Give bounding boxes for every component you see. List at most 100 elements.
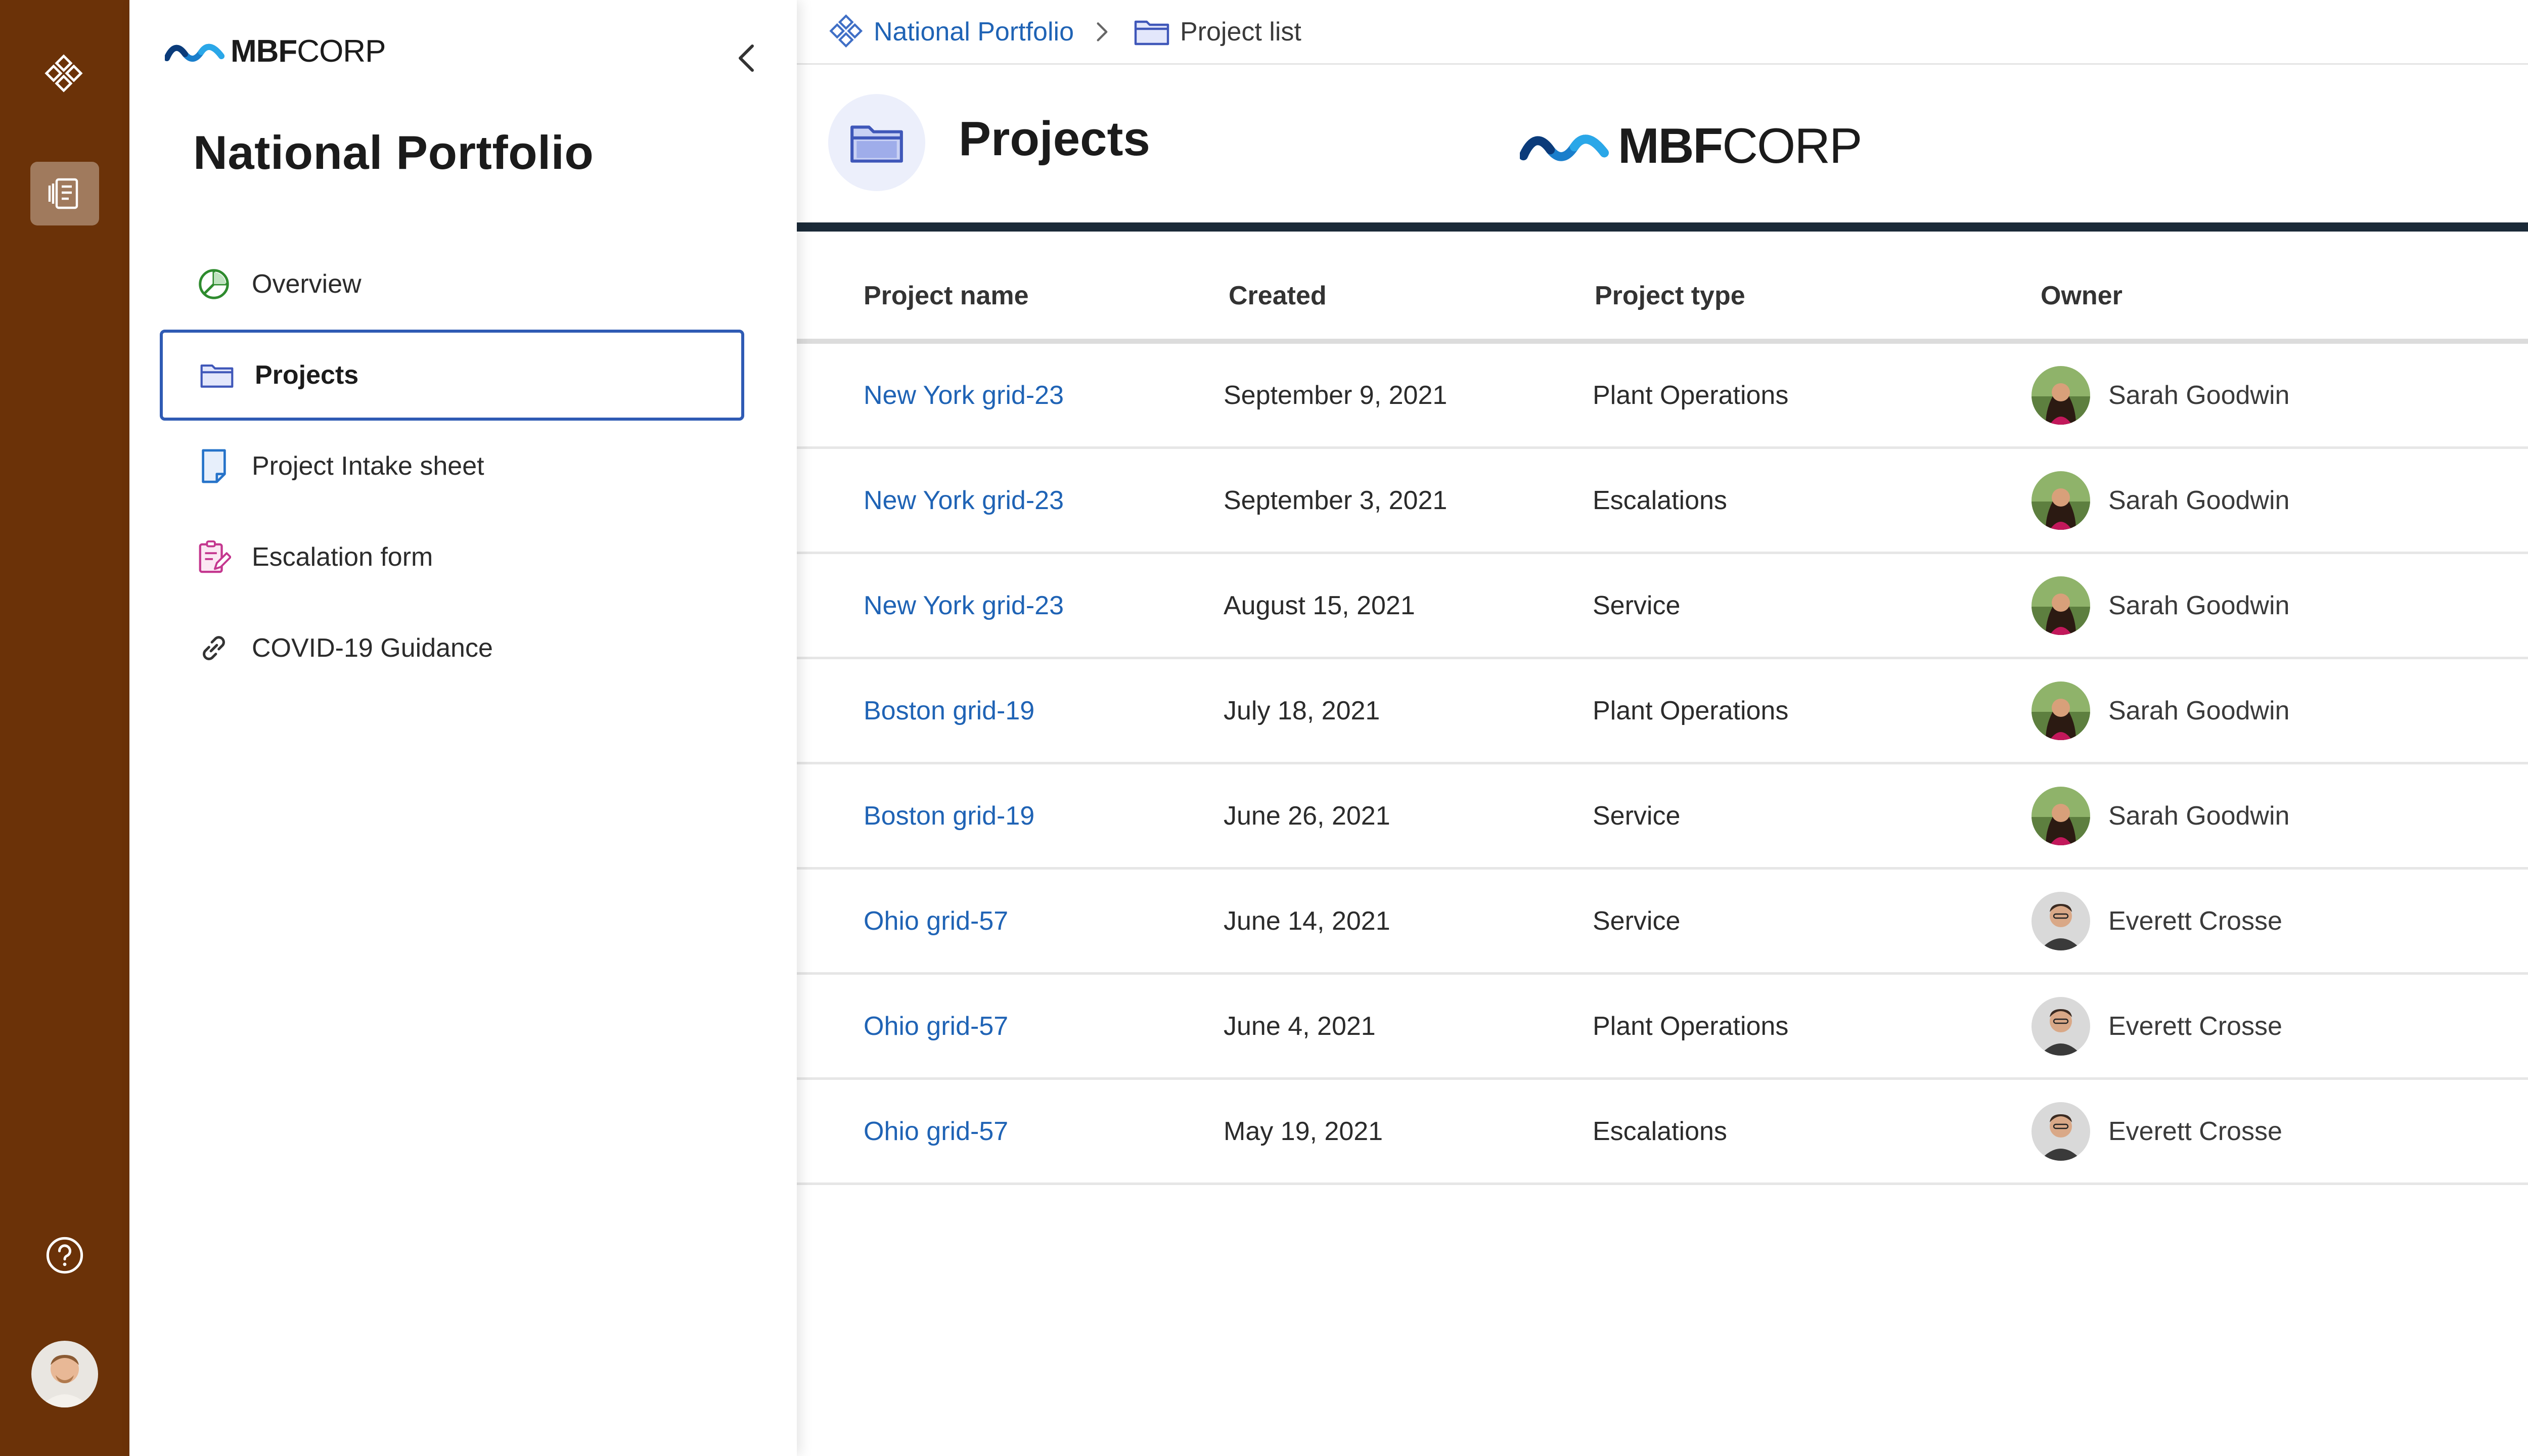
- owner-avatar[interactable]: [2032, 576, 2090, 635]
- brand-logo[interactable]: MBFCORP: [165, 33, 386, 69]
- collapse-nav-button[interactable]: [721, 35, 772, 81]
- project-link[interactable]: Boston grid-19: [864, 696, 1034, 725]
- nav-item-label: Project Intake sheet: [252, 451, 484, 481]
- nav-item-covid-19-guidance[interactable]: COVID-19 Guidance: [160, 603, 744, 694]
- owner-avatar[interactable]: [2032, 891, 2090, 950]
- portfolio-icon: [48, 178, 78, 209]
- owner-avatar[interactable]: [2032, 471, 2090, 530]
- cell-owner: Sarah Goodwin: [2024, 786, 2528, 845]
- nav-list: Overview Projects Project Intake sheet E…: [160, 239, 744, 694]
- projects-table: Project name Created Project type Owner …: [797, 253, 2528, 1185]
- link-icon: [195, 629, 233, 667]
- header-brand-name: MBFCORP: [1618, 118, 1862, 173]
- site-navigation: MBFCORP National Portfolio Overview Proj…: [129, 0, 797, 1456]
- cell-project-type: Service: [1593, 590, 1681, 620]
- cell-project-name: New York grid-23: [797, 380, 1221, 411]
- nav-item-label: Escalation form: [252, 542, 433, 572]
- project-link[interactable]: New York grid-23: [864, 486, 1064, 515]
- apps-icon: [829, 14, 865, 50]
- cell-owner: Sarah Goodwin: [2024, 366, 2528, 425]
- cell-created: May 19, 2021: [1224, 1116, 1383, 1146]
- owner-avatar[interactable]: [2032, 1102, 2090, 1161]
- chevron-right-icon: [1094, 21, 1109, 43]
- project-link[interactable]: Ohio grid-57: [864, 1117, 1008, 1146]
- owner-avatar[interactable]: [2032, 786, 2090, 845]
- nav-item-label: Overview: [252, 269, 362, 299]
- brand-name: MBFCORP: [231, 34, 386, 69]
- cell-created: July 18, 2021: [1224, 696, 1380, 725]
- folder-icon: [198, 356, 236, 394]
- cell-created: June 4, 2021: [1224, 1011, 1376, 1041]
- owner-avatar[interactable]: [2032, 681, 2090, 740]
- cell-owner: Sarah Goodwin: [2024, 471, 2528, 530]
- cell-project-name: Ohio grid-57: [797, 1011, 1221, 1041]
- nav-item-project-intake-sheet[interactable]: Project Intake sheet: [160, 421, 744, 512]
- project-link[interactable]: Ohio grid-57: [864, 1012, 1008, 1041]
- help-button[interactable]: [30, 1223, 99, 1287]
- nav-item-label: COVID-19 Guidance: [252, 633, 493, 663]
- table-row[interactable]: Boston grid-19 July 18, 2021 Plant Operati…: [797, 659, 2528, 764]
- project-link[interactable]: New York grid-23: [864, 381, 1064, 410]
- pie-chart-icon: [195, 265, 233, 303]
- page-title: Projects: [959, 112, 1150, 166]
- owner-name[interactable]: Sarah Goodwin: [2108, 801, 2289, 831]
- folder-icon: [1133, 16, 1171, 48]
- table-row[interactable]: New York grid-23 August 15, 2021 Service Sa…: [797, 554, 2528, 659]
- table-row[interactable]: Ohio grid-57 June 14, 2021 Service Everett …: [797, 870, 2528, 975]
- owner-name[interactable]: Everett Crosse: [2108, 1116, 2282, 1147]
- table-row[interactable]: Ohio grid-57 June 4, 2021 Plant Operations…: [797, 975, 2528, 1080]
- cell-project-type: Service: [1593, 801, 1681, 831]
- document-icon: [195, 447, 233, 485]
- cell-project-name: Ohio grid-57: [797, 906, 1221, 936]
- cell-created: September 3, 2021: [1224, 485, 1448, 515]
- form-edit-icon: [195, 538, 233, 576]
- cell-owner: Everett Crosse: [2024, 891, 2528, 950]
- cell-created: June 14, 2021: [1224, 906, 1390, 936]
- cell-project-type: Plant Operations: [1593, 696, 1789, 725]
- project-link[interactable]: Boston grid-19: [864, 801, 1034, 831]
- cell-project-name: New York grid-23: [797, 485, 1221, 516]
- table-header: Project name Created Project type Owner: [797, 253, 2528, 344]
- owner-name[interactable]: Everett Crosse: [2108, 1011, 2282, 1041]
- owner-avatar[interactable]: [2032, 996, 2090, 1056]
- owner-name[interactable]: Everett Crosse: [2108, 906, 2282, 936]
- nav-item-overview[interactable]: Overview: [160, 239, 744, 330]
- app-rail: [0, 0, 129, 1456]
- table-row[interactable]: Boston grid-19 June 26, 2021 Service Sarah …: [797, 764, 2528, 870]
- column-header-project-type[interactable]: Project type: [1588, 281, 2024, 311]
- portfolio-app-button[interactable]: [30, 162, 99, 225]
- table-row[interactable]: New York grid-23 September 9, 2021 Plant O…: [797, 344, 2528, 449]
- breadcrumb-root[interactable]: National Portfolio: [829, 14, 1074, 50]
- site-title: National Portfolio: [193, 126, 594, 179]
- breadcrumb: National Portfolio Project list: [797, 0, 2528, 65]
- project-link[interactable]: New York grid-23: [864, 591, 1064, 620]
- cell-owner: Everett Crosse: [2024, 1102, 2528, 1161]
- column-header-project-name[interactable]: Project name: [797, 281, 1221, 311]
- folder-icon: [828, 94, 925, 191]
- mbf-wave-logo-icon: [165, 43, 224, 62]
- main-content: National Portfolio Project list Projects…: [797, 0, 2528, 1456]
- page-header: Projects MBFCORP: [797, 65, 2528, 223]
- table-body: New York grid-23 September 9, 2021 Plant O…: [797, 344, 2528, 1185]
- table-row[interactable]: Ohio grid-57 May 19, 2021 Escalations Evere…: [797, 1080, 2528, 1185]
- column-header-created[interactable]: Created: [1221, 281, 1588, 311]
- mbf-wave-logo-icon: [1520, 134, 1609, 161]
- apps-icon: [44, 54, 83, 93]
- nav-item-escalation-form[interactable]: Escalation form: [160, 512, 744, 603]
- table-row[interactable]: New York grid-23 September 3, 2021 Escalat…: [797, 449, 2528, 554]
- help-circle-icon: [46, 1237, 83, 1274]
- owner-name[interactable]: Sarah Goodwin: [2108, 485, 2289, 516]
- header-brand-logo: MBFCORP: [1520, 117, 1862, 174]
- owner-name[interactable]: Sarah Goodwin: [2108, 696, 2289, 726]
- cell-owner: Sarah Goodwin: [2024, 576, 2528, 635]
- project-link[interactable]: Ohio grid-57: [864, 906, 1008, 936]
- cell-created: September 9, 2021: [1224, 380, 1448, 410]
- owner-name[interactable]: Sarah Goodwin: [2108, 380, 2289, 411]
- user-avatar[interactable]: [31, 1341, 98, 1407]
- apps-button[interactable]: [30, 42, 99, 106]
- owner-name[interactable]: Sarah Goodwin: [2108, 590, 2289, 621]
- column-header-owner[interactable]: Owner: [2024, 281, 2528, 311]
- nav-item-projects[interactable]: Projects: [160, 330, 744, 421]
- cell-project-name: Boston grid-19: [797, 696, 1221, 726]
- owner-avatar[interactable]: [2032, 366, 2090, 425]
